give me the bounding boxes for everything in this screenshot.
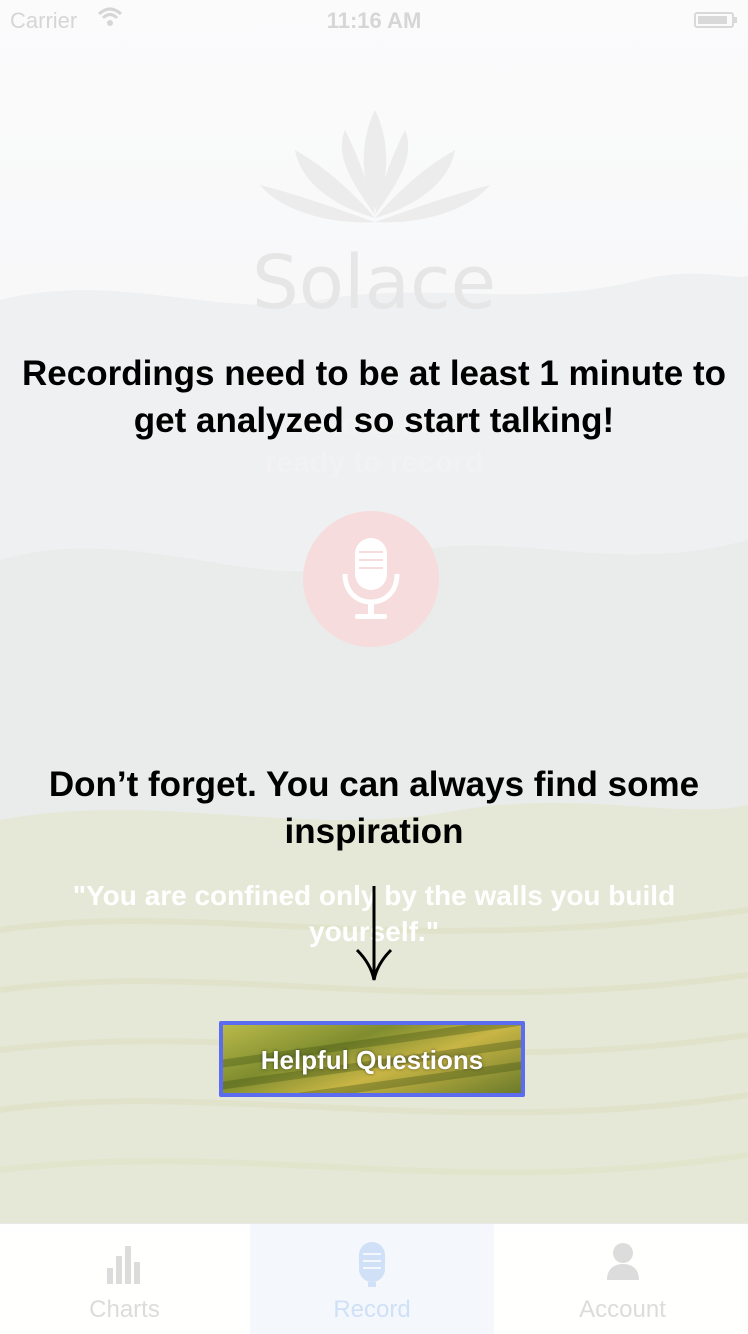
tab-account[interactable]: Account	[498, 1224, 747, 1334]
arrow-down-icon	[355, 886, 393, 981]
record-button[interactable]	[303, 511, 439, 647]
person-icon	[606, 1243, 639, 1280]
subtitle-text: ready to record	[264, 446, 484, 479]
helpful-questions-button[interactable]: Helpful Questions	[219, 1021, 525, 1097]
tab-charts-label: Charts	[89, 1296, 160, 1323]
tab-charts[interactable]: Charts	[0, 1224, 249, 1334]
tab-bar: Charts Record Account	[0, 1223, 748, 1334]
tab-record-label: Record	[333, 1296, 411, 1323]
brand-logotype: Solace	[251, 240, 497, 326]
microphone-icon	[342, 538, 400, 619]
status-bar: Carrier 11:16 AM	[0, 0, 748, 40]
bar-chart-icon	[106, 1246, 140, 1284]
microphone-icon	[359, 1242, 385, 1287]
status-time: 11:16 AM	[326, 8, 422, 33]
tab-account-label: Account	[579, 1296, 666, 1323]
coach-tip-recording: Recordings need to be at least 1 minute …	[21, 354, 727, 440]
coach-tip-inspiration: Don’t forget. You can always find some i…	[48, 765, 700, 851]
tab-record[interactable]: Record	[250, 1224, 494, 1334]
helpful-questions-label: Helpful Questions	[260, 1045, 484, 1075]
battery-icon	[694, 12, 737, 28]
